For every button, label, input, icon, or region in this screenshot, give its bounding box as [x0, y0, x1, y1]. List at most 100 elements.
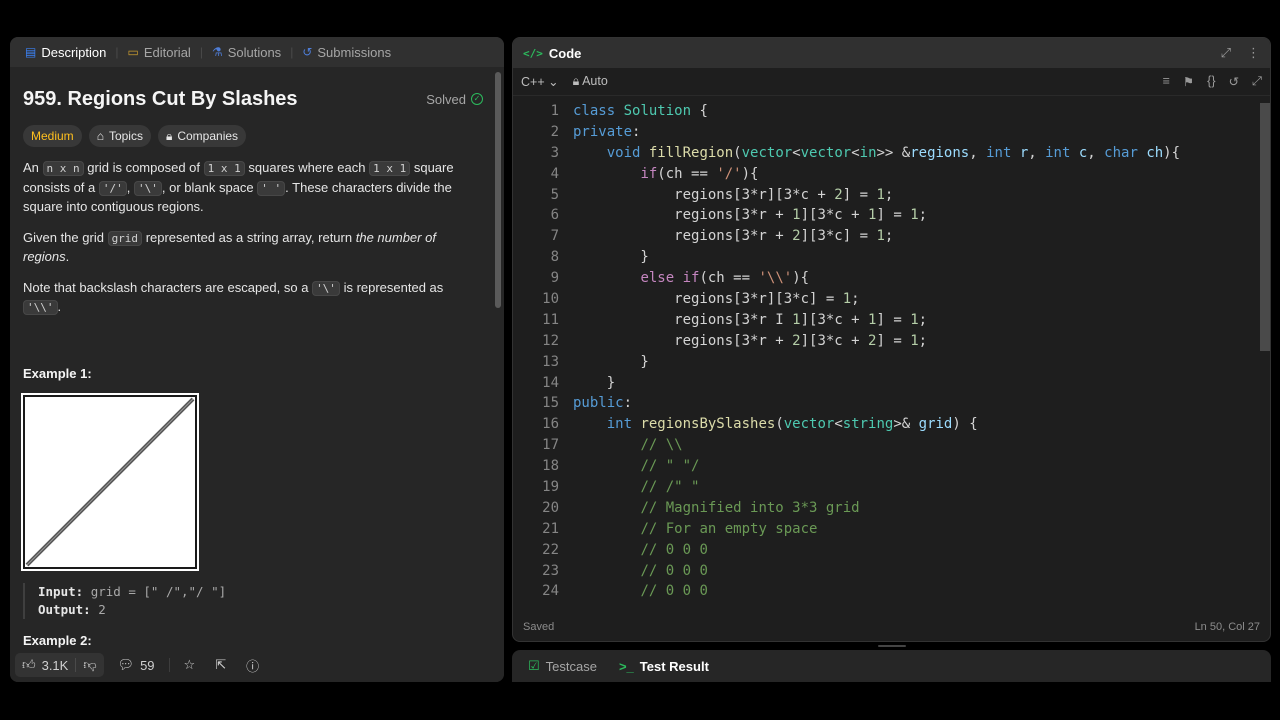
code-token: (ch == [699, 270, 759, 287]
code-token: : [632, 123, 641, 140]
inline-code: 1 x 1 [369, 161, 411, 176]
code-token: 1 [910, 207, 919, 224]
comments-button[interactable]: 💬︎ 59 [112, 657, 161, 673]
bookmark-icon[interactable]: ⚑ [1183, 74, 1194, 89]
code-token: ){ [792, 270, 810, 287]
code-line[interactable]: 20 // Magnified into 3*3 grid [513, 500, 1270, 521]
description-panel: ▤ Description | ▭ Editorial | ⚗ Solution… [10, 37, 504, 682]
more-icon[interactable]: ⋮ [1247, 45, 1260, 61]
favorite-button[interactable]: ☆ [178, 657, 202, 673]
code-token: vector [741, 144, 793, 161]
code-line[interactable]: 16 int regionsBySlashes(vector<string>& … [513, 416, 1270, 437]
fullscreen-icon[interactable]: ⤢ [1252, 74, 1262, 89]
code-token: if [640, 165, 658, 182]
line-code: // For an empty space [559, 521, 817, 542]
help-button[interactable]: ⓘ [240, 656, 265, 675]
code-line[interactable]: 10 regions[3*r][3*c] = 1; [513, 291, 1270, 312]
auto-mode[interactable]: 🔒︎ Auto [573, 74, 608, 89]
code-line[interactable]: 13 } [513, 354, 1270, 375]
format-icon[interactable]: ≡ [1163, 74, 1170, 89]
dislike-button[interactable]: 👎︎ [76, 657, 103, 673]
editor-status-bar: Saved Ln 50, Col 27 [513, 613, 1270, 641]
input-label: Input: [38, 583, 84, 599]
code-token: grid [918, 416, 953, 433]
like-count: 3.1K [41, 657, 69, 673]
problem-title[interactable]: 959. Regions Cut By Slashes [23, 88, 298, 111]
line-number: 3 [550, 144, 559, 161]
tab-label: Test Result [639, 658, 709, 674]
description-scrollbar[interactable] [495, 72, 501, 308]
code-line[interactable]: 14 } [513, 375, 1270, 396]
code-token: vector [800, 144, 852, 161]
code-line[interactable]: 3 void fillRegion(vector<vector<in>> &re… [513, 145, 1270, 166]
language-select[interactable]: C++ ⌄ [521, 74, 559, 89]
tab-test-result[interactable]: >_ Test Result [611, 659, 717, 674]
panel-resize-handle[interactable] [878, 645, 906, 647]
code-token: void [606, 144, 641, 161]
code-token: ( [733, 144, 742, 161]
code-line[interactable]: 9 else if(ch == '\\'){ [513, 270, 1270, 291]
text: An [23, 160, 39, 175]
example-1-image [21, 392, 199, 571]
code-line[interactable]: 18 // " "/ [513, 458, 1270, 479]
line-number: 17 [542, 437, 559, 454]
code-token: regions[3*r + [573, 228, 793, 245]
braces-icon[interactable]: {} [1207, 74, 1215, 89]
line-code: else if(ch == '\\'){ [559, 270, 809, 291]
tab-submissions[interactable]: ↺ Submissions [295, 37, 398, 67]
code-line[interactable]: 8 } [513, 249, 1270, 270]
code-token: (ch == [657, 165, 717, 182]
code-line[interactable]: 4 if(ch == '/'){ [513, 166, 1270, 187]
code-line[interactable]: 6 regions[3*r + 1][3*c + 1] = 1; [513, 207, 1270, 228]
line-number: 20 [542, 499, 559, 516]
line-number: 8 [550, 249, 559, 266]
code-line[interactable]: 2 private: [513, 124, 1270, 145]
tab-editorial[interactable]: ▭ Editorial [121, 37, 198, 67]
code-line[interactable]: 12 regions[3*r + 2][3*c + 2] = 1; [513, 333, 1270, 354]
code-token: ; [918, 332, 928, 349]
output-value: 2 [98, 601, 106, 617]
code-line[interactable]: 1 class Solution { [513, 103, 1270, 124]
code-line[interactable]: 5 regions[3*r][3*c + 2] = 1; [513, 187, 1270, 208]
tab-solutions[interactable]: ⚗ Solutions [205, 37, 288, 67]
share-button[interactable]: ⇱ [209, 657, 232, 673]
like-button[interactable]: 👍︎ 3.1K [15, 657, 75, 673]
code-line[interactable]: 15 public: [513, 395, 1270, 416]
tab-testcase[interactable]: ☑ Testcase [520, 658, 605, 674]
code-line[interactable]: 22 // 0 0 0 [513, 542, 1270, 563]
line-code: if(ch == '/'){ [559, 166, 758, 187]
tab-divider: | [290, 45, 294, 59]
companies-button[interactable]: 🔒︎ Companies [157, 125, 247, 147]
code-line[interactable]: 11 regions[3*r I 1][3*c + 1] = 1; [513, 312, 1270, 333]
code-line[interactable]: 24 // 0 0 0 [513, 583, 1270, 604]
example-1-title: Example 1: [23, 365, 92, 381]
code-line[interactable]: 21 // For an empty space [513, 521, 1270, 542]
star-icon: ☆ [183, 657, 196, 672]
inline-code: grid [107, 230, 143, 246]
tab-description[interactable]: ▤ Description [18, 37, 113, 67]
editor-scrollbar[interactable] [1260, 103, 1270, 351]
line-number: 23 [542, 562, 559, 579]
code-line[interactable]: 19 // /" " [513, 479, 1270, 500]
code-line[interactable]: 7 regions[3*r + 2][3*c] = 1; [513, 228, 1270, 249]
example-2-title: Example 2: [23, 632, 92, 648]
code-line[interactable]: 23 // 0 0 0 [513, 563, 1270, 584]
line-code: int regionsBySlashes(vector<string>& gri… [559, 416, 978, 437]
code-line[interactable]: 17 // \\ [513, 437, 1270, 458]
reset-icon[interactable]: ↺ [1229, 74, 1239, 89]
expand-icon[interactable]: ⤢ [1221, 45, 1231, 61]
code-token: regionsBySlashes [640, 416, 776, 433]
topics-button[interactable]: ⌂ Topics [88, 125, 151, 147]
code-token: Solution [623, 103, 692, 119]
code-token: string [842, 416, 894, 433]
description-paragraph: An n x n grid is composed of 1 x 1 squar… [23, 159, 483, 217]
inline-code: '\' [312, 280, 340, 296]
line-code: private: [559, 124, 640, 145]
line-number: 12 [542, 332, 559, 349]
text: , [126, 179, 131, 195]
code-token: // 0 0 0 [640, 541, 708, 558]
line-number: 22 [542, 541, 559, 558]
code-editor[interactable]: 1 class Solution {2 private: 3 void fillReg… [513, 103, 1270, 604]
